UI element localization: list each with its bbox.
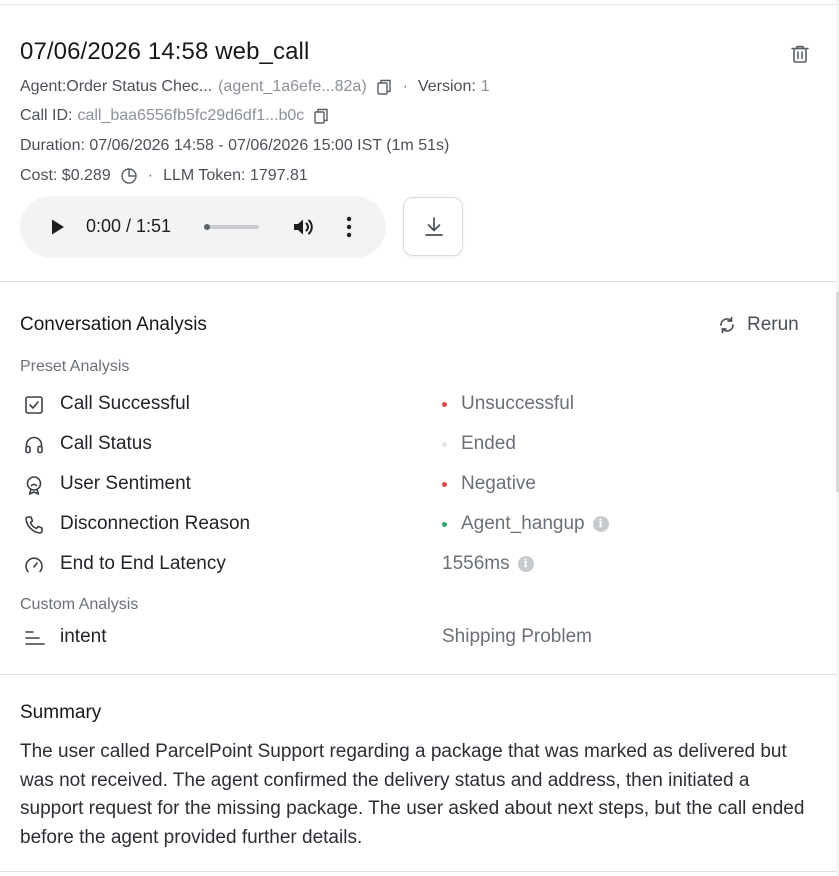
analysis-value: Negative xyxy=(461,473,536,494)
analysis-value: Shipping Problem xyxy=(442,626,592,647)
seek-knob[interactable] xyxy=(204,224,210,230)
checkbox-icon xyxy=(25,396,43,414)
version-label: Version: xyxy=(417,78,476,95)
analysis-row-intent: intent Shipping Problem xyxy=(20,623,820,651)
analysis-value: Agent_hangup xyxy=(461,513,585,534)
play-button[interactable] xyxy=(48,216,68,238)
analysis-label: intent xyxy=(60,626,107,647)
call-id-value: call_baa6556fb5fc29d6df1...b0c xyxy=(77,107,305,124)
status-dot xyxy=(442,441,447,447)
more-options-button[interactable] xyxy=(338,214,360,240)
section-divider xyxy=(0,674,836,675)
section-divider xyxy=(0,871,836,872)
rerun-label: Rerun xyxy=(747,314,799,335)
summary-text: The user called ParcelPoint Support rega… xyxy=(20,741,805,848)
status-dot xyxy=(442,521,447,527)
audio-player: 0:00 / 1:51 xyxy=(20,196,386,258)
duration-text: Duration: 07/06/2026 14:58 - 07/06/2026 … xyxy=(20,137,450,154)
copy-icon xyxy=(376,79,391,95)
analysis-label: Call Status xyxy=(60,433,152,454)
custom-analysis-heading: Custom Analysis xyxy=(20,596,139,613)
play-icon xyxy=(52,219,64,235)
preset-analysis-heading: Preset Analysis xyxy=(20,358,130,375)
info-icon[interactable]: i xyxy=(517,556,534,572)
status-dot xyxy=(442,481,447,487)
analysis-row-call-status: Call Status Ended xyxy=(20,430,820,458)
seek-bar[interactable] xyxy=(204,224,259,230)
analysis-row-disconnection-reason: Disconnection Reason Agent_hangup i xyxy=(20,510,820,538)
volume-button[interactable] xyxy=(290,214,316,240)
separator: · xyxy=(147,167,154,184)
headset-icon xyxy=(25,436,43,454)
top-divider xyxy=(0,4,836,5)
agent-id: (agent_1a6efe...82a) xyxy=(218,78,367,95)
copy-agent-id-button[interactable] xyxy=(375,78,393,96)
analysis-value: Ended xyxy=(461,433,516,454)
playback-time: 0:00 / 1:51 xyxy=(86,216,172,236)
gauge-icon xyxy=(25,557,43,573)
analysis-label: User Sentiment xyxy=(60,473,191,494)
analysis-label: End to End Latency xyxy=(60,553,226,574)
analysis-value: Unsuccessful xyxy=(461,393,574,414)
analysis-value: 1556ms xyxy=(442,553,510,574)
call-id-row: Call ID: call_baa6556fb5fc29d6df1...b0c xyxy=(20,107,330,125)
rerun-button[interactable]: Rerun xyxy=(717,314,799,336)
refresh-icon xyxy=(720,316,734,334)
analysis-label: Call Successful xyxy=(60,393,190,414)
agent-row: Agent:Order Status Chec... (agent_1a6efe… xyxy=(20,78,490,96)
duration-row: Duration: 07/06/2026 14:58 - 07/06/2026 … xyxy=(20,137,449,155)
info-icon[interactable]: i xyxy=(592,516,609,532)
summary-title: Summary xyxy=(20,702,102,723)
cost-row: Cost: $0.289 · LLM Token: 1797.81 xyxy=(20,167,308,185)
copy-icon xyxy=(314,108,329,124)
download-button[interactable] xyxy=(403,197,463,256)
download-icon xyxy=(425,217,443,236)
analysis-row-latency: End to End Latency 1556ms i xyxy=(20,550,820,578)
version-value: 1 xyxy=(480,78,490,95)
analysis-row-call-successful: Call Successful Unsuccessful xyxy=(20,390,820,418)
delete-button[interactable] xyxy=(788,42,812,66)
cost-breakdown-button[interactable] xyxy=(120,167,138,185)
phone-icon xyxy=(25,516,43,534)
analysis-label: Disconnection Reason xyxy=(60,513,251,534)
more-vertical-icon xyxy=(346,216,352,238)
call-title: 07/06/2026 14:58 web_call xyxy=(20,38,310,65)
text-lines-icon xyxy=(25,631,45,645)
pie-chart-icon xyxy=(121,168,137,184)
status-dot xyxy=(442,401,447,407)
volume-icon xyxy=(294,219,313,235)
section-divider xyxy=(0,281,836,282)
separator: · xyxy=(402,78,408,95)
sentiment-icon xyxy=(26,476,42,495)
cost-text: Cost: $0.289 xyxy=(20,167,111,184)
agent-label: Agent:Order Status Chec... xyxy=(20,78,213,95)
analysis-title: Conversation Analysis xyxy=(20,314,207,335)
llm-token-text: LLM Token: 1797.81 xyxy=(163,167,308,184)
trash-icon xyxy=(791,45,809,63)
call-id-label: Call ID: xyxy=(20,107,73,124)
analysis-row-user-sentiment: User Sentiment Negative xyxy=(20,470,820,498)
copy-call-id-button[interactable] xyxy=(312,107,330,125)
